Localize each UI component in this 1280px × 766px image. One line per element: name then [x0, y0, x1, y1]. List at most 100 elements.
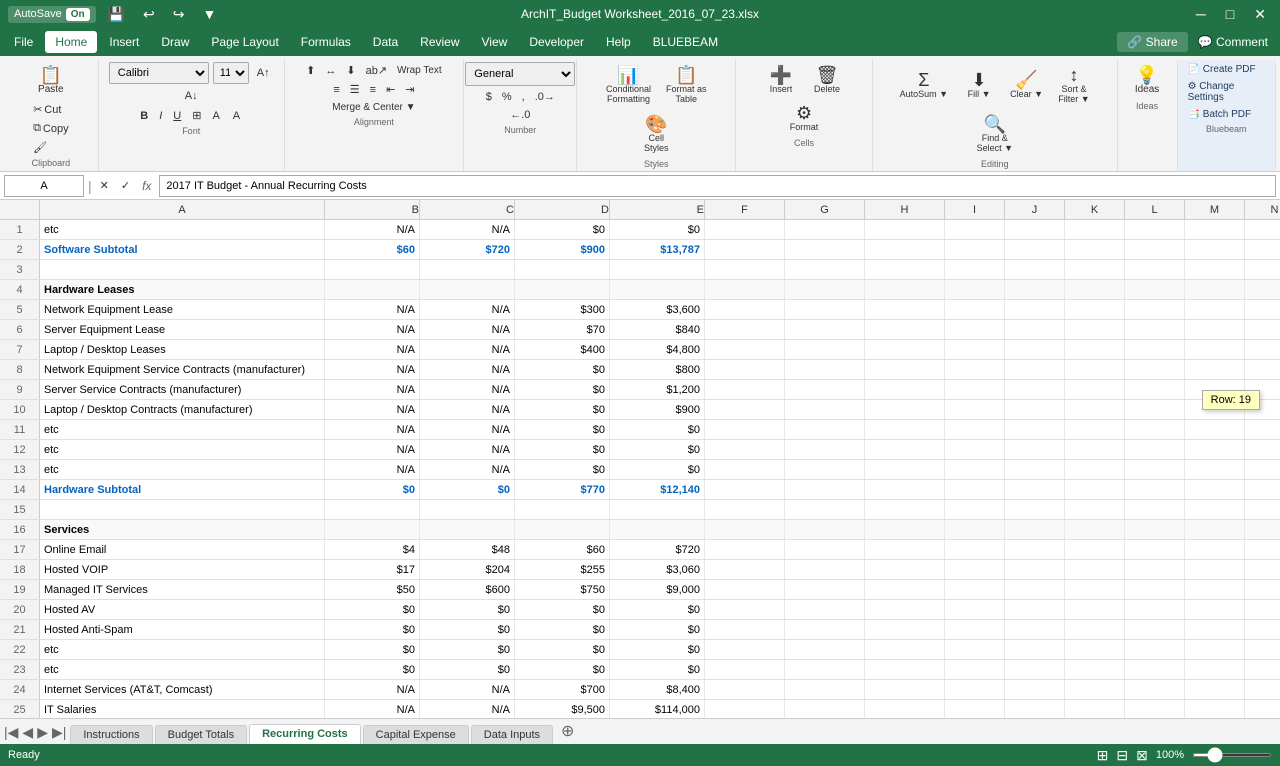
cell[interactable]: N/A — [420, 220, 515, 239]
cell[interactable]: $255 — [515, 560, 610, 579]
cell[interactable]: $0 — [515, 380, 610, 399]
cell[interactable] — [325, 520, 420, 539]
cell[interactable]: $750 — [515, 580, 610, 599]
bold-button[interactable]: B — [136, 108, 152, 124]
col-header-i[interactable]: I — [945, 200, 1005, 219]
cell[interactable]: $400 — [515, 340, 610, 359]
cell[interactable] — [705, 280, 785, 299]
cancel-formula-button[interactable]: ✕ — [96, 177, 113, 194]
cell[interactable]: etc — [40, 220, 325, 239]
cell[interactable] — [945, 620, 1005, 639]
cell[interactable] — [1005, 220, 1065, 239]
font-size-selector[interactable]: 11 — [213, 62, 249, 84]
cell[interactable] — [1185, 340, 1245, 359]
cell[interactable] — [945, 440, 1005, 459]
cell[interactable]: $0 — [420, 640, 515, 659]
cell[interactable] — [945, 560, 1005, 579]
increase-indent-button[interactable]: ⇥ — [401, 81, 418, 98]
cell[interactable]: $900 — [515, 240, 610, 259]
cell[interactable]: etc — [40, 640, 325, 659]
cell[interactable] — [1005, 480, 1065, 499]
cell[interactable] — [1245, 520, 1280, 539]
cell[interactable] — [785, 480, 865, 499]
cell[interactable] — [1185, 520, 1245, 539]
cell[interactable] — [1185, 420, 1245, 439]
share-button[interactable]: 🔗 Share — [1117, 32, 1187, 52]
cell[interactable] — [1245, 540, 1280, 559]
cell[interactable] — [325, 500, 420, 519]
cell[interactable] — [1185, 320, 1245, 339]
cell[interactable]: Hardware Subtotal — [40, 480, 325, 499]
cell[interactable] — [1005, 360, 1065, 379]
cell[interactable]: $0 — [325, 640, 420, 659]
cell[interactable] — [945, 360, 1005, 379]
cell[interactable]: N/A — [420, 340, 515, 359]
minimize-button[interactable]: ─ — [1190, 6, 1212, 23]
cell[interactable]: $0 — [420, 480, 515, 499]
cell[interactable] — [40, 260, 325, 279]
cell[interactable]: $0 — [515, 620, 610, 639]
cell[interactable] — [945, 280, 1005, 299]
cell[interactable] — [705, 300, 785, 319]
table-row[interactable]: 15 — [0, 500, 1280, 520]
cell[interactable] — [705, 500, 785, 519]
cell[interactable] — [785, 460, 865, 479]
cell[interactable] — [865, 460, 945, 479]
cell[interactable]: $840 — [610, 320, 705, 339]
cell[interactable]: $3,600 — [610, 300, 705, 319]
cell[interactable] — [1245, 680, 1280, 699]
maximize-button[interactable]: □ — [1220, 6, 1240, 23]
cell[interactable]: $720 — [420, 240, 515, 259]
cell[interactable] — [785, 700, 865, 718]
cell[interactable] — [515, 260, 610, 279]
tab-nav-prev[interactable]: ◀ — [22, 724, 33, 741]
cell[interactable] — [865, 400, 945, 419]
col-header-d[interactable]: D — [515, 200, 610, 219]
table-row[interactable]: 22etc$0$0$0$0 — [0, 640, 1280, 660]
cell[interactable] — [705, 480, 785, 499]
cell[interactable]: Online Email — [40, 540, 325, 559]
cell[interactable]: Hosted Anti-Spam — [40, 620, 325, 639]
cell[interactable]: $0 — [325, 620, 420, 639]
cell[interactable]: N/A — [325, 380, 420, 399]
cell[interactable] — [1065, 700, 1125, 718]
cell[interactable]: $0 — [610, 640, 705, 659]
cell[interactable] — [515, 280, 610, 299]
table-row[interactable]: 1etcN/AN/A$0$0 — [0, 220, 1280, 240]
cell[interactable] — [325, 260, 420, 279]
cell[interactable] — [1065, 340, 1125, 359]
menu-developer[interactable]: Developer — [519, 31, 594, 53]
cell[interactable] — [1125, 420, 1185, 439]
cell[interactable]: etc — [40, 440, 325, 459]
formula-input[interactable] — [159, 175, 1276, 197]
decrease-decimal-button[interactable]: ←.0 — [506, 107, 534, 123]
page-break-view-button[interactable]: ⊠ — [1136, 747, 1148, 764]
cell[interactable] — [705, 380, 785, 399]
cell[interactable] — [865, 580, 945, 599]
cell[interactable] — [1125, 660, 1185, 679]
cell[interactable]: Server Service Contracts (manufacturer) — [40, 380, 325, 399]
cell[interactable] — [1245, 640, 1280, 659]
cell[interactable] — [705, 220, 785, 239]
zoom-slider[interactable] — [1192, 753, 1272, 757]
col-header-c[interactable]: C — [420, 200, 515, 219]
cell[interactable]: Hosted AV — [40, 600, 325, 619]
col-header-n[interactable]: N — [1245, 200, 1280, 219]
cell[interactable]: Hosted VOIP — [40, 560, 325, 579]
tab-capital-expense[interactable]: Capital Expense — [363, 725, 469, 744]
cell[interactable] — [1245, 660, 1280, 679]
cell[interactable] — [1245, 360, 1280, 379]
cell[interactable]: N/A — [420, 400, 515, 419]
cell[interactable]: $4 — [325, 540, 420, 559]
cell[interactable] — [1065, 280, 1125, 299]
table-row[interactable]: 3 — [0, 260, 1280, 280]
col-header-m[interactable]: M — [1185, 200, 1245, 219]
cell[interactable] — [705, 340, 785, 359]
undo-button[interactable]: ↩ — [137, 6, 161, 23]
cell[interactable] — [945, 520, 1005, 539]
align-middle-button[interactable]: ↔ — [321, 63, 340, 79]
table-row[interactable]: 4Hardware Leases — [0, 280, 1280, 300]
copy-button[interactable]: ⧉ Copy — [29, 120, 73, 137]
cell[interactable] — [1005, 260, 1065, 279]
menu-bluebeam[interactable]: BLUEBEAM — [643, 31, 728, 53]
